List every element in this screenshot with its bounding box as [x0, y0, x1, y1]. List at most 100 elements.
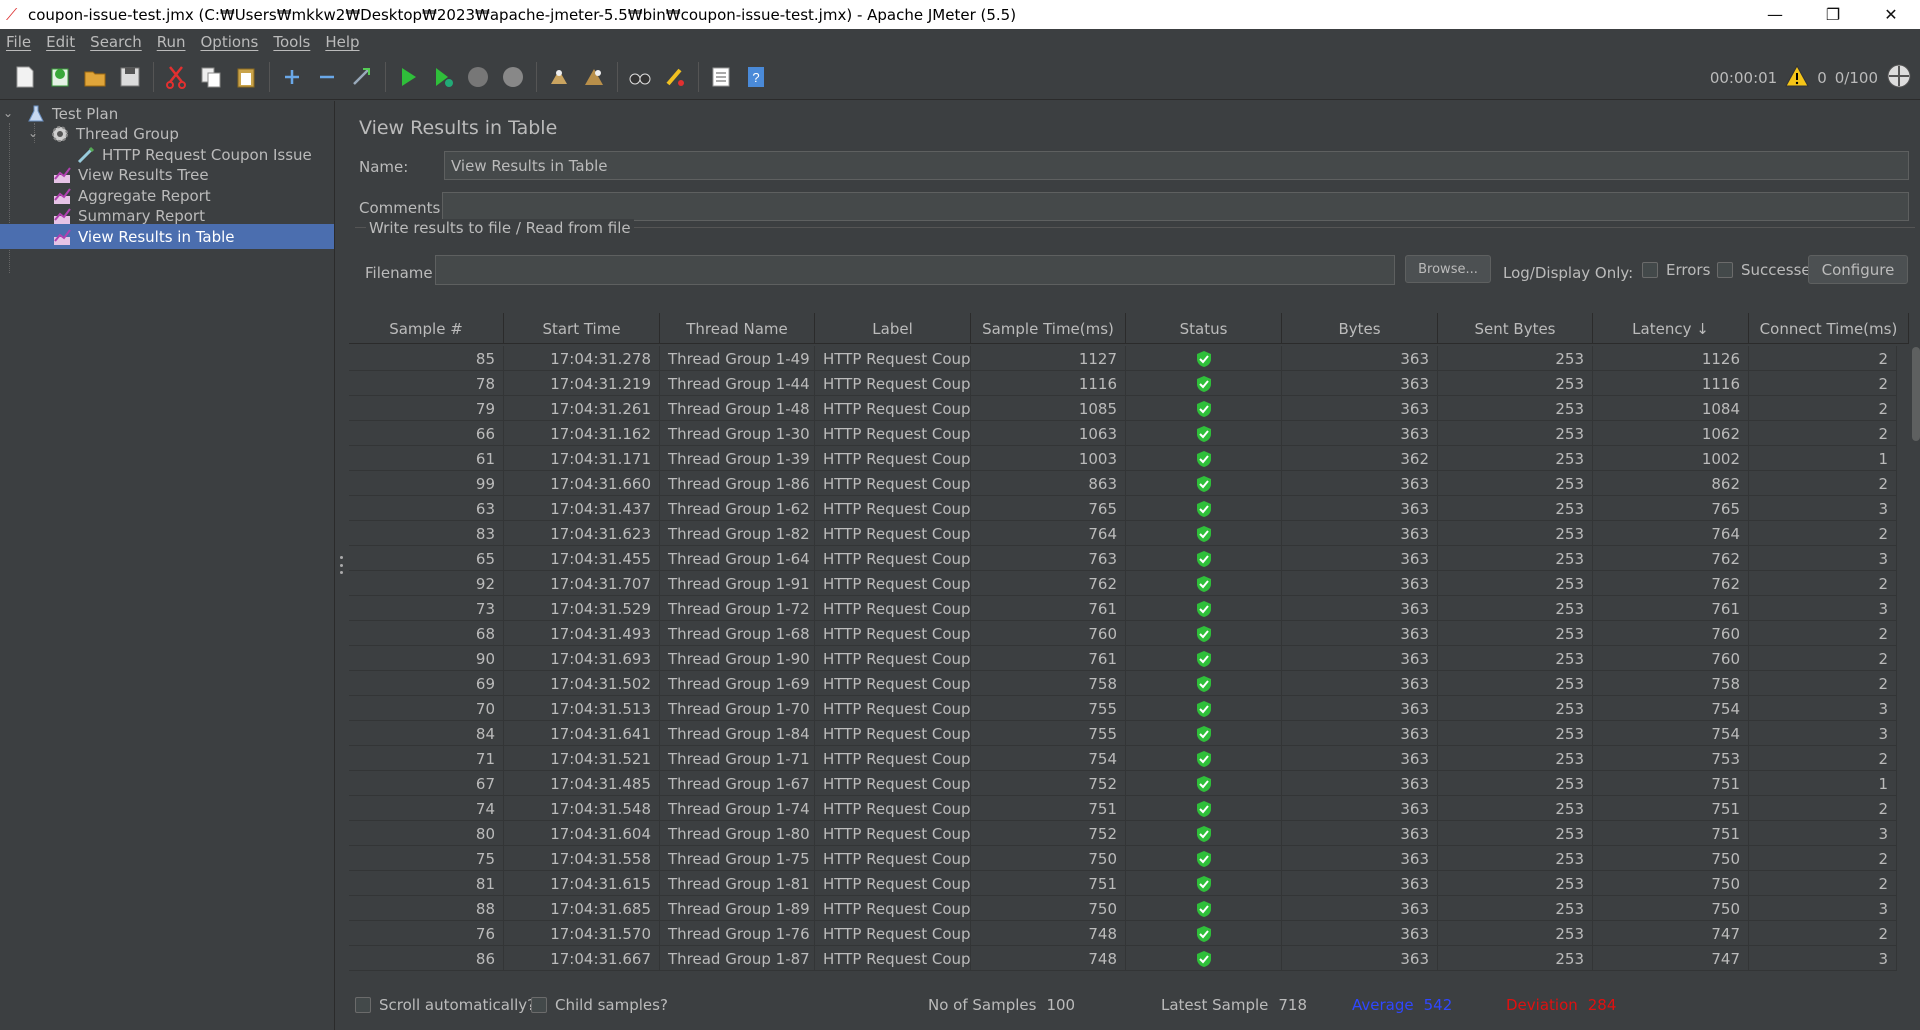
toggle-icon[interactable] [345, 60, 379, 94]
table-row[interactable]: 86 17:04:31.667 Thread Group 1-87 HTTP Requ… [349, 946, 1897, 971]
scroll-automatically-checkbox[interactable]: Scroll automatically? [355, 996, 535, 1014]
checkbox-box[interactable] [1642, 262, 1658, 278]
clear-all-icon[interactable] [577, 60, 611, 94]
menu-edit[interactable]: Edit [40, 33, 84, 51]
cell-latency: 760 [1593, 621, 1749, 646]
menu-tools[interactable]: Tools [267, 33, 319, 51]
menu-file[interactable]: File [0, 33, 40, 51]
close-button[interactable]: ✕ [1862, 0, 1920, 29]
cell-bytes: 363 [1282, 946, 1438, 971]
table-row[interactable]: 92 17:04:31.707 Thread Group 1-91 HTTP Requ… [349, 571, 1897, 596]
table-row[interactable]: 84 17:04:31.641 Thread Group 1-84 HTTP Requ… [349, 721, 1897, 746]
save-icon[interactable] [113, 60, 147, 94]
cell-status [1126, 871, 1282, 896]
table-row[interactable]: 67 17:04:31.485 Thread Group 1-67 HTTP Requ… [349, 771, 1897, 796]
collapse-all-icon[interactable] [310, 60, 344, 94]
table-row[interactable]: 75 17:04:31.558 Thread Group 1-75 HTTP Requ… [349, 846, 1897, 871]
paste-icon[interactable] [229, 60, 263, 94]
remote-globe-icon[interactable] [1886, 63, 1912, 93]
cell-connect-time: 3 [1749, 821, 1897, 846]
new-icon[interactable] [8, 60, 42, 94]
errors-checkbox[interactable]: Errors [1642, 261, 1710, 279]
column-header-thread-name[interactable]: Thread Name [660, 313, 815, 344]
cell-start-time: 17:04:31.558 [504, 846, 660, 871]
table-row[interactable]: 78 17:04:31.219 Thread Group 1-44 HTTP Requ… [349, 371, 1897, 396]
help-icon[interactable]: ? [739, 60, 773, 94]
table-row[interactable]: 66 17:04:31.162 Thread Group 1-30 HTTP Requ… [349, 421, 1897, 446]
copy-icon[interactable] [194, 60, 228, 94]
configure-button[interactable]: Configure [1808, 255, 1908, 284]
stop-icon[interactable] [461, 60, 495, 94]
open-icon[interactable] [78, 60, 112, 94]
table-row[interactable]: 88 17:04:31.685 Thread Group 1-89 HTTP Requ… [349, 896, 1897, 921]
table-row[interactable]: 80 17:04:31.604 Thread Group 1-80 HTTP Requ… [349, 821, 1897, 846]
restore-button[interactable]: ❐ [1804, 0, 1862, 29]
start-icon[interactable] [391, 60, 425, 94]
shutdown-icon[interactable] [496, 60, 530, 94]
table-row[interactable]: 85 17:04:31.278 Thread Group 1-49 HTTP Requ… [349, 346, 1897, 371]
name-field[interactable]: View Results in Table [444, 151, 1909, 180]
table-row[interactable]: 79 17:04:31.261 Thread Group 1-48 HTTP Requ… [349, 396, 1897, 421]
table-row[interactable]: 61 17:04:31.171 Thread Group 1-39 HTTP Requ… [349, 446, 1897, 471]
checkbox-box[interactable] [531, 997, 547, 1013]
cell-latency: 753 [1593, 746, 1749, 771]
checkbox-box[interactable] [1717, 262, 1733, 278]
column-header-label[interactable]: Label [815, 313, 971, 344]
toolbar-separator [153, 62, 154, 92]
table-row[interactable]: 99 17:04:31.660 Thread Group 1-86 HTTP Requ… [349, 471, 1897, 496]
successes-checkbox[interactable]: Successes [1717, 261, 1818, 279]
table-row[interactable]: 71 17:04:31.521 Thread Group 1-71 HTTP Requ… [349, 746, 1897, 771]
column-header-bytes[interactable]: Bytes [1282, 313, 1438, 344]
table-row[interactable]: 68 17:04:31.493 Thread Group 1-68 HTTP Requ… [349, 621, 1897, 646]
child-samples-checkbox[interactable]: Child samples? [531, 996, 668, 1014]
menu-options[interactable]: Options [194, 33, 267, 51]
reset-search-icon[interactable] [658, 60, 692, 94]
column-header-sent-bytes[interactable]: Sent Bytes [1438, 313, 1593, 344]
cell-sample: 78 [349, 371, 504, 396]
cut-icon[interactable] [159, 60, 193, 94]
drag-handle-icon[interactable] [339, 556, 343, 574]
tree-item-view-results-in-table[interactable]: View Results in Table [0, 224, 334, 249]
menu-search[interactable]: Search [84, 33, 151, 51]
column-header-connect-time[interactable]: Connect Time(ms) [1749, 313, 1909, 344]
cell-latency: 1002 [1593, 446, 1749, 471]
table-row[interactable]: 73 17:04:31.529 Thread Group 1-72 HTTP Requ… [349, 596, 1897, 621]
success-shield-icon [1196, 925, 1211, 942]
table-row[interactable]: 81 17:04:31.615 Thread Group 1-81 HTTP Requ… [349, 871, 1897, 896]
checkbox-box[interactable] [355, 997, 371, 1013]
filename-field[interactable] [435, 255, 1395, 285]
function-helper-icon[interactable] [704, 60, 738, 94]
cell-sample: 69 [349, 671, 504, 696]
search-binoculars-icon[interactable] [623, 60, 657, 94]
comments-field[interactable] [442, 192, 1909, 221]
column-header-sample[interactable]: Sample # [349, 313, 504, 344]
cell-sample: 99 [349, 471, 504, 496]
table-row[interactable]: 90 17:04:31.693 Thread Group 1-90 HTTP Requ… [349, 646, 1897, 671]
warning-count: 0 [1817, 68, 1827, 87]
warning-icon[interactable] [1785, 64, 1810, 91]
menu-help[interactable]: Help [319, 33, 368, 51]
chevron-down-icon[interactable]: ⌄ [28, 126, 42, 140]
column-header-status[interactable]: Status [1126, 313, 1282, 344]
templates-icon[interactable] [43, 60, 77, 94]
table-row[interactable]: 76 17:04:31.570 Thread Group 1-76 HTTP Requ… [349, 921, 1897, 946]
column-header-start-time[interactable]: Start Time [504, 313, 660, 344]
table-row[interactable]: 63 17:04:31.437 Thread Group 1-62 HTTP Requ… [349, 496, 1897, 521]
start-no-pauses-icon[interactable] [426, 60, 460, 94]
browse-button[interactable]: Browse... [1405, 255, 1491, 283]
column-header-sample-time[interactable]: Sample Time(ms) [971, 313, 1126, 344]
clear-icon[interactable] [542, 60, 576, 94]
minimize-button[interactable]: — [1746, 0, 1804, 29]
table-scrollbar[interactable] [1912, 347, 1920, 441]
chevron-down-icon[interactable]: ⌄ [3, 106, 17, 120]
table-row[interactable]: 65 17:04:31.455 Thread Group 1-64 HTTP Requ… [349, 546, 1897, 571]
table-row[interactable]: 69 17:04:31.502 Thread Group 1-69 HTTP Requ… [349, 671, 1897, 696]
expand-all-icon[interactable] [275, 60, 309, 94]
table-row[interactable]: 83 17:04:31.623 Thread Group 1-82 HTTP Requ… [349, 521, 1897, 546]
menu-run[interactable]: Run [151, 33, 195, 51]
table-row[interactable]: 74 17:04:31.548 Thread Group 1-74 HTTP Requ… [349, 796, 1897, 821]
table-row[interactable]: 70 17:04:31.513 Thread Group 1-70 HTTP Requ… [349, 696, 1897, 721]
cell-thread-name: Thread Group 1-72 [660, 596, 815, 621]
column-header-latency[interactable]: Latency ↓ [1593, 313, 1749, 344]
panel-splitter[interactable] [335, 101, 347, 1030]
